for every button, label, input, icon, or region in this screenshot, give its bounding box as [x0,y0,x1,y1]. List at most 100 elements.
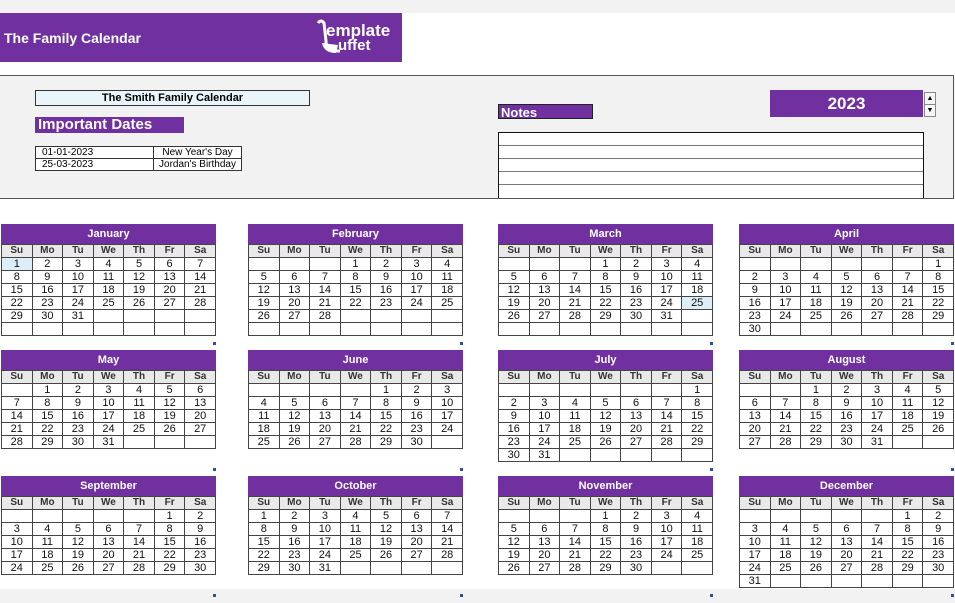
day-cell[interactable]: 30 [31,309,64,323]
day-cell[interactable] [278,257,311,271]
day-cell[interactable]: 11 [891,396,924,410]
day-cell[interactable]: 4 [681,509,713,523]
day-cell[interactable] [248,322,280,336]
day-cell[interactable]: 7 [184,257,216,271]
day-cell[interactable]: 16 [278,535,311,549]
day-cell[interactable]: 17 [431,409,463,423]
day-cell[interactable]: 17 [92,409,125,423]
day-cell[interactable]: 13 [184,396,216,410]
notes-line[interactable] [499,159,923,172]
day-cell[interactable]: 13 [309,409,341,423]
day-cell[interactable]: 8 [31,396,64,410]
day-cell[interactable]: 22 [589,296,622,310]
day-cell[interactable] [153,322,186,336]
day-cell[interactable]: 19 [278,422,311,436]
day-cell[interactable]: 23 [370,296,402,310]
day-cell[interactable]: 22 [248,548,280,562]
day-cell[interactable] [339,322,372,336]
day-cell[interactable]: 2 [739,270,771,284]
day-cell[interactable] [62,322,94,336]
day-cell[interactable] [922,574,954,588]
day-cell[interactable]: 14 [184,270,216,284]
day-cell[interactable] [681,322,713,336]
day-cell[interactable]: 20 [861,296,893,310]
day-cell[interactable]: 22 [800,422,832,436]
day-cell[interactable] [620,448,652,462]
day-cell[interactable]: 14 [339,409,372,423]
day-cell[interactable]: 11 [339,522,372,536]
day-cell[interactable]: 16 [739,296,771,310]
day-cell[interactable]: 17 [528,422,561,436]
day-cell[interactable]: 14 [1,409,33,423]
day-cell[interactable] [528,509,561,523]
day-cell[interactable]: 15 [922,283,954,297]
day-cell[interactable]: 20 [278,296,311,310]
day-cell[interactable]: 15 [1,283,33,297]
day-cell[interactable]: 26 [153,422,186,436]
day-cell[interactable] [589,383,622,397]
day-cell[interactable]: 22 [339,296,372,310]
day-cell[interactable]: 27 [153,296,186,310]
day-cell[interactable]: 1 [1,257,33,271]
day-cell[interactable]: 14 [431,522,463,536]
day-cell[interactable]: 3 [309,509,341,523]
day-cell[interactable]: 18 [92,283,125,297]
day-cell[interactable]: 9 [498,409,530,423]
day-cell[interactable] [278,322,311,336]
day-cell[interactable]: 9 [370,270,402,284]
day-cell[interactable]: 10 [1,535,33,549]
day-cell[interactable]: 5 [498,522,530,536]
day-cell[interactable] [739,383,771,397]
day-cell[interactable]: 22 [31,422,64,436]
day-cell[interactable] [830,574,863,588]
day-cell[interactable]: 28 [650,435,683,449]
day-cell[interactable]: 26 [123,296,155,310]
day-cell[interactable]: 24 [309,548,341,562]
day-cell[interactable]: 7 [123,522,155,536]
day-cell[interactable]: 23 [278,548,311,562]
day-cell[interactable]: 1 [339,257,372,271]
day-cell[interactable]: 9 [400,396,433,410]
day-cell[interactable] [769,257,802,271]
day-cell[interactable]: 18 [123,409,155,423]
day-cell[interactable] [400,561,433,575]
day-cell[interactable] [800,257,832,271]
day-cell[interactable] [559,509,591,523]
day-cell[interactable]: 11 [681,270,713,284]
day-cell[interactable]: 9 [739,283,771,297]
day-cell[interactable]: 3 [650,257,683,271]
day-cell[interactable]: 19 [830,296,863,310]
day-cell[interactable]: 6 [309,396,341,410]
day-cell[interactable]: 28 [891,309,924,323]
day-cell[interactable]: 26 [800,561,832,575]
day-cell[interactable]: 24 [650,296,683,310]
day-cell[interactable] [498,322,530,336]
day-cell[interactable]: 15 [891,535,924,549]
day-cell[interactable]: 28 [309,309,341,323]
day-cell[interactable]: 3 [400,257,433,271]
day-cell[interactable]: 5 [370,509,402,523]
day-cell[interactable]: 17 [1,548,33,562]
notes-line[interactable] [499,172,923,185]
day-cell[interactable]: 14 [559,535,591,549]
day-cell[interactable] [861,574,893,588]
day-cell[interactable] [589,448,622,462]
day-cell[interactable]: 22 [1,296,33,310]
day-cell[interactable]: 15 [681,409,713,423]
day-cell[interactable] [431,561,463,575]
day-cell[interactable]: 19 [922,409,954,423]
day-cell[interactable]: 31 [739,574,771,588]
day-cell[interactable] [769,509,802,523]
day-cell[interactable]: 30 [184,561,216,575]
day-cell[interactable] [370,309,402,323]
day-cell[interactable]: 10 [62,270,94,284]
day-cell[interactable] [620,322,652,336]
day-cell[interactable] [528,383,561,397]
day-cell[interactable]: 1 [248,509,280,523]
day-cell[interactable] [769,574,802,588]
day-cell[interactable] [650,448,683,462]
day-cell[interactable]: 7 [309,270,341,284]
day-cell[interactable]: 22 [891,548,924,562]
day-cell[interactable]: 20 [739,422,771,436]
day-cell[interactable]: 29 [248,561,280,575]
